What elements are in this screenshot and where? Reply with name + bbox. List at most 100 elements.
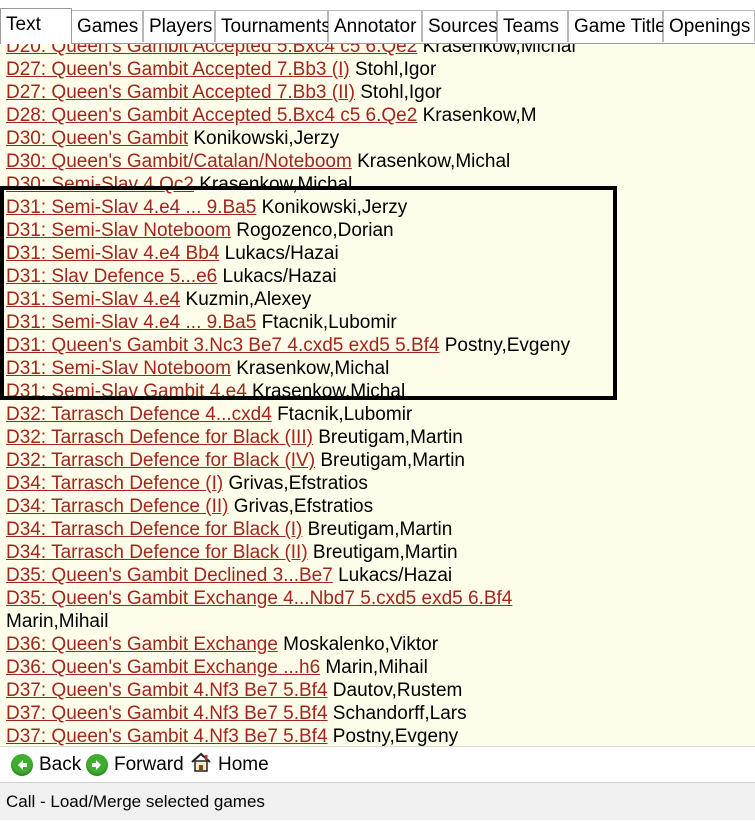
opening-entry: D35: Queen's Gambit Exchange 4...Nbd7 5.…: [6, 587, 512, 610]
opening-link[interactable]: D31: Slav Defence 5...e6: [6, 266, 217, 287]
author-name: Breutigam,Martin: [307, 542, 458, 563]
author-name: Grivas,Efstratios: [228, 496, 374, 517]
opening-link[interactable]: D32: Tarrasch Defence for Black (IV): [6, 450, 315, 471]
author-name: Breutigam,Martin: [302, 519, 453, 540]
opening-link[interactable]: D37: Queen's Gambit 4.Nf3 Be7 5.Bf4: [6, 703, 328, 724]
opening-link[interactable]: D31: Semi-Slav 4.e4 ... 9.Ba5: [6, 312, 256, 333]
forward-button[interactable]: Forward: [86, 752, 184, 778]
opening-link[interactable]: D36: Queen's Gambit Exchange ...h6: [6, 657, 320, 678]
opening-link[interactable]: D27: Queen's Gambit Accepted 7.Bb3 (II): [6, 82, 355, 103]
opening-link[interactable]: D34: Tarrasch Defence (II): [6, 496, 228, 517]
author-name: Krasenkow,Michal: [246, 381, 406, 402]
opening-link[interactable]: D28: Queen's Gambit Accepted 5.Bxc4 c5 6…: [6, 105, 417, 126]
author-name: Rogozenco,Dorian: [230, 220, 394, 241]
opening-link[interactable]: D37: Queen's Gambit 4.Nf3 Be7 5.Bf4: [6, 726, 328, 746]
opening-entry: D32: Tarrasch Defence for Black (IV) Bre…: [6, 449, 465, 472]
author-name: Ftacnik,Lubomir: [271, 404, 413, 425]
opening-entry: D28: Queen's Gambit Accepted 5.Bxc4 c5 6…: [6, 104, 537, 127]
author-name: Krasenkow,Michal: [351, 151, 511, 172]
opening-link[interactable]: D34: Tarrasch Defence for Black (I): [6, 519, 302, 540]
tab-game-title[interactable]: Game Title: [568, 10, 666, 42]
author-name: Lukacs/Hazai: [217, 266, 337, 287]
opening-entry: D31: Semi-Slav Gambit 4.e4 Krasenkow,Mic…: [6, 380, 405, 403]
forward-label: Forward: [114, 754, 184, 775]
author-name: Breutigam,Martin: [315, 450, 465, 471]
opening-entry: D35: Queen's Gambit Declined 3...Be7 Luk…: [6, 564, 452, 587]
tab-openings[interactable]: Openings: [663, 10, 755, 42]
navigation-bar: Back Forward Home: [0, 746, 755, 783]
author-name: Lukacs/Hazai: [332, 565, 453, 586]
back-button[interactable]: Back: [11, 752, 81, 778]
author-name: Postny,Evgeny: [327, 726, 459, 746]
author-name: Krasenkow,Michal: [417, 44, 576, 57]
author-name: Marin,Mihail: [6, 611, 109, 632]
back-arrow-icon: [11, 754, 33, 776]
opening-link[interactable]: D31: Semi-Slav Noteboom: [6, 220, 231, 241]
opening-entry: D32: Tarrasch Defence for Black (III) Br…: [6, 426, 463, 449]
tab-bar: Text Games Players Tournaments Annotator…: [0, 8, 755, 44]
opening-link[interactable]: D34: Tarrasch Defence (I): [6, 473, 223, 494]
opening-entry: D34: Tarrasch Defence (II) Grivas,Efstra…: [6, 495, 373, 518]
author-name: Ftacnik,Lubomir: [256, 312, 397, 333]
opening-link[interactable]: D36: Queen's Gambit Exchange: [6, 634, 278, 655]
opening-link[interactable]: D31: Semi-Slav Noteboom: [6, 358, 231, 379]
opening-link[interactable]: D35: Queen's Gambit Exchange 4...Nbd7 5.…: [6, 588, 512, 609]
tab-sources[interactable]: Sources: [422, 10, 498, 42]
tab-text[interactable]: Text: [0, 8, 72, 44]
home-icon: [190, 751, 212, 779]
tab-annotator[interactable]: Annotator: [328, 10, 422, 42]
author-name: Krasenkow,Michal: [193, 174, 353, 195]
opening-entry: Marin,Mihail: [6, 610, 108, 633]
opening-entry: D31: Queen's Gambit 3.Nc3 Be7 4.cxd5 exd…: [6, 334, 570, 357]
author-name: Breutigam,Martin: [312, 427, 463, 448]
opening-entry: D30: Semi-Slav 4.Qc2 Krasenkow,Michal: [6, 173, 352, 196]
author-name: Kuzmin,Alexey: [180, 289, 312, 310]
tab-teams[interactable]: Teams: [497, 10, 568, 42]
author-name: Konikowski,Jerzy: [188, 128, 340, 149]
opening-link[interactable]: D20: Queen's Gambit Accepted 5.Bxc4 c5 6…: [6, 44, 417, 57]
opening-link[interactable]: D34: Tarrasch Defence for Black (II): [6, 542, 308, 563]
status-bar: Call - Load/Merge selected games: [0, 782, 755, 820]
tab-games[interactable]: Games: [71, 10, 143, 42]
author-name: Krasenkow,Michal: [230, 358, 390, 379]
opening-entry: D34: Tarrasch Defence for Black (I) Breu…: [6, 518, 452, 541]
opening-link[interactable]: D31: Semi-Slav 4.e4: [6, 289, 180, 310]
opening-entry: D27: Queen's Gambit Accepted 7.Bb3 (I) S…: [6, 58, 436, 81]
opening-entry: D37: Queen's Gambit 4.Nf3 Be7 5.Bf4 Scha…: [6, 702, 467, 725]
opening-link[interactable]: D27: Queen's Gambit Accepted 7.Bb3 (I): [6, 59, 350, 80]
opening-entry: D31: Slav Defence 5...e6 Lukacs/Hazai: [6, 265, 337, 288]
opening-entry: D31: Semi-Slav 4.e4 ... 9.Ba5 Konikowski…: [6, 196, 407, 219]
author-name: Krasenkow,M: [417, 105, 537, 126]
opening-link[interactable]: D31: Semi-Slav 4.e4 Bb4: [6, 243, 219, 264]
opening-link[interactable]: D37: Queen's Gambit 4.Nf3 Be7 5.Bf4: [6, 680, 328, 701]
opening-entry: D31: Semi-Slav Noteboom Rogozenco,Dorian: [6, 219, 394, 242]
opening-link[interactable]: D32: Tarrasch Defence 4...cxd4: [6, 404, 272, 425]
author-name: Schandorff,Lars: [327, 703, 467, 724]
author-name: Grivas,Efstratios: [223, 473, 368, 494]
opening-link[interactable]: D31: Queen's Gambit 3.Nc3 Be7 4.cxd5 exd…: [6, 335, 439, 356]
opening-entry: D34: Tarrasch Defence for Black (II) Bre…: [6, 541, 458, 564]
opening-entry: D37: Queen's Gambit 4.Nf3 Be7 5.Bf4 Post…: [6, 725, 458, 746]
opening-entry: D31: Semi-Slav Noteboom Krasenkow,Michal: [6, 357, 389, 380]
opening-link[interactable]: D31: Semi-Slav Gambit 4.e4: [6, 381, 247, 402]
opening-link[interactable]: D30: Queen's Gambit: [6, 128, 188, 149]
opening-entry: D37: Queen's Gambit 4.Nf3 Be7 5.Bf4 Daut…: [6, 679, 462, 702]
opening-entry: D20: Queen's Gambit Accepted 5.Bxc4 c5 6…: [6, 44, 576, 58]
opening-link[interactable]: D32: Tarrasch Defence for Black (III): [6, 427, 313, 448]
opening-link[interactable]: D30: Semi-Slav 4.Qc2: [6, 174, 194, 195]
opening-link[interactable]: D35: Queen's Gambit Declined 3...Be7: [6, 565, 333, 586]
tab-tournaments[interactable]: Tournaments: [215, 10, 331, 42]
opening-entry: D36: Queen's Gambit Exchange Moskalenko,…: [6, 633, 438, 656]
opening-entry: D36: Queen's Gambit Exchange ...h6 Marin…: [6, 656, 428, 679]
opening-entry: D30: Queen's Gambit Konikowski,Jerzy: [6, 127, 339, 150]
opening-link[interactable]: D30: Queen's Gambit/Catalan/Noteboom: [6, 151, 352, 172]
opening-entry: D31: Semi-Slav 4.e4 ... 9.Ba5 Ftacnik,Lu…: [6, 311, 397, 334]
status-text: Call - Load/Merge selected games: [6, 792, 265, 811]
opening-link[interactable]: D31: Semi-Slav 4.e4 ... 9.Ba5: [6, 197, 256, 218]
opening-entry: D30: Queen's Gambit/Catalan/Noteboom Kra…: [6, 150, 510, 173]
tab-players[interactable]: Players: [143, 10, 215, 42]
forward-arrow-icon: [86, 754, 108, 776]
home-button[interactable]: Home: [190, 752, 269, 778]
author-name: Konikowski,Jerzy: [256, 197, 408, 218]
opening-entry: D34: Tarrasch Defence (I) Grivas,Efstrat…: [6, 472, 368, 495]
